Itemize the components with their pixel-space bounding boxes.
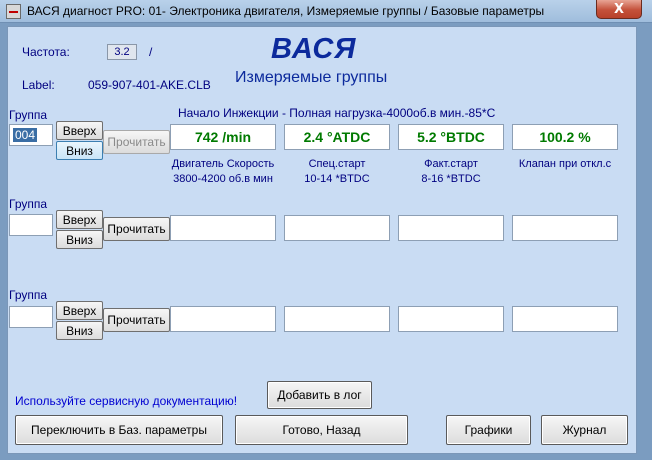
graphs-button[interactable]: Графики (446, 415, 531, 445)
group1-caption-2a: Спец.старт (308, 158, 366, 170)
logo-title: ВАСЯ (271, 33, 357, 65)
title-bar: ВАСЯ диагност PRO: 01- Электроника двига… (0, 0, 652, 23)
group2-label: Группа (9, 197, 48, 211)
group3-label: Группа (9, 288, 48, 302)
frequency-separator: / (149, 45, 153, 59)
group2-value-4 (512, 215, 618, 241)
group2-input[interactable] (9, 214, 53, 236)
page-subtitle: Измеряемые группы (235, 69, 388, 86)
group1-read-button[interactable]: Прочитать (103, 130, 170, 154)
window-title: ВАСЯ диагност PRO: 01- Электроника двига… (27, 4, 545, 18)
group3-value-3 (398, 306, 504, 332)
group1-value-2: 2.4 °ATDC (284, 124, 390, 150)
group3-input[interactable] (9, 306, 53, 328)
label-value: 059-907-401-AKE.CLB (88, 78, 211, 92)
group1-caption-1b: 3800-4200 об.в мин (173, 173, 273, 185)
group1-input[interactable]: 004 (9, 124, 53, 146)
group1-number: 004 (13, 128, 38, 142)
done-back-button[interactable]: Готово, Назад (235, 415, 408, 445)
group2-value-1 (170, 215, 276, 241)
group1-down-button[interactable]: Вниз (56, 141, 103, 160)
service-doc-hint: Используйте сервисную документацию! (15, 394, 238, 408)
group1-caption-1a: Двигатель Скорость (171, 158, 275, 170)
group1-label: Группа (9, 108, 48, 122)
group1-value-3: 5.2 °BTDC (398, 124, 504, 150)
journal-button[interactable]: Журнал (541, 415, 628, 445)
group1-up-button[interactable]: Вверх (56, 121, 103, 140)
group3-down-button[interactable]: Вниз (56, 321, 103, 340)
group1-title: Начало Инжекции - Полная нагрузка-4000об… (178, 106, 496, 120)
group3-value-2 (284, 306, 390, 332)
main-panel: Частота: 3.2 / Label: 059-907-401-AKE.CL… (7, 26, 637, 454)
group1-value-1: 742 /min (170, 124, 276, 150)
group1-caption-2b: 10-14 *BTDC (304, 173, 370, 185)
group1-value-4: 100.2 % (512, 124, 618, 150)
group2-read-button[interactable]: Прочитать (103, 217, 170, 241)
group3-value-1 (170, 306, 276, 332)
group2-down-button[interactable]: Вниз (56, 230, 103, 249)
close-button[interactable]: X (596, 0, 642, 19)
group2-value-3 (398, 215, 504, 241)
group3-read-button[interactable]: Прочитать (103, 308, 170, 332)
group1-caption-4a: Клапан при откл.с (518, 158, 612, 170)
group1-caption-3b: 8-16 *BTDC (421, 173, 481, 185)
label-caption: Label: (22, 78, 55, 92)
app-icon (6, 4, 21, 19)
frequency-label: Частота: (22, 45, 70, 59)
group1-caption-3a: Факт.старт (424, 158, 478, 170)
add-to-log-button[interactable]: Добавить в лог (267, 381, 372, 409)
group3-value-4 (512, 306, 618, 332)
frequency-value: 3.2 (107, 44, 137, 60)
group2-up-button[interactable]: Вверх (56, 210, 103, 229)
group3-up-button[interactable]: Вверх (56, 301, 103, 320)
group2-value-2 (284, 215, 390, 241)
switch-basic-params-button[interactable]: Переключить в Баз. параметры (15, 415, 223, 445)
